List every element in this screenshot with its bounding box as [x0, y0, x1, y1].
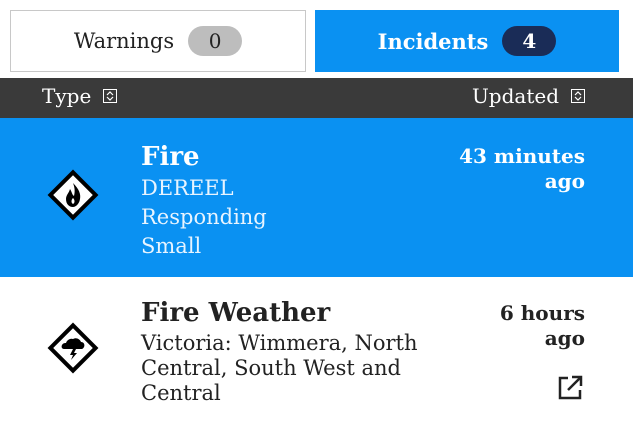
- column-header-updated[interactable]: Updated: [472, 84, 585, 108]
- sort-icon: [571, 89, 585, 103]
- incident-size: Small: [141, 234, 202, 258]
- incidents-count-badge: 4: [502, 26, 557, 56]
- fire-icon: [47, 169, 99, 221]
- tab-warnings-label: Warnings: [73, 29, 175, 53]
- column-header-updated-label: Updated: [471, 84, 559, 108]
- column-header-type[interactable]: Type: [42, 84, 118, 108]
- incident-updated-time: 43 minutes ago: [425, 144, 585, 194]
- fire-weather-icon: [47, 322, 99, 374]
- time-value: 43 minutes: [459, 144, 585, 168]
- tab-incidents[interactable]: Incidents 4: [315, 10, 619, 72]
- column-header-type-label: Type: [42, 84, 92, 108]
- table-header: Type Updated: [0, 78, 633, 118]
- incident-row-fire[interactable]: Fire DEREEL Responding Small 43 minutes …: [0, 118, 633, 277]
- time-suffix: ago: [544, 326, 585, 350]
- incident-location: DEREEL: [141, 176, 234, 200]
- incident-title: Fire: [141, 142, 200, 172]
- incident-updated-time: 6 hours ago: [465, 301, 585, 351]
- sort-icon: [103, 89, 118, 103]
- incident-status: Responding: [141, 205, 267, 229]
- warnings-count-badge: 0: [188, 26, 243, 56]
- incident-title: Fire Weather: [141, 298, 331, 328]
- tab-bar: Warnings 0 Incidents 4: [0, 0, 633, 78]
- tab-incidents-label: Incidents: [377, 28, 489, 54]
- time-value: 6 hours: [499, 301, 585, 325]
- incident-row-fire-weather[interactable]: Fire Weather Victoria: Wimmera, North Ce…: [0, 277, 633, 426]
- tab-warnings[interactable]: Warnings 0: [10, 10, 306, 72]
- time-suffix: ago: [544, 169, 585, 193]
- incident-description: Victoria: Wimmera, North Central, South …: [141, 331, 418, 405]
- external-link-icon[interactable]: [555, 373, 585, 403]
